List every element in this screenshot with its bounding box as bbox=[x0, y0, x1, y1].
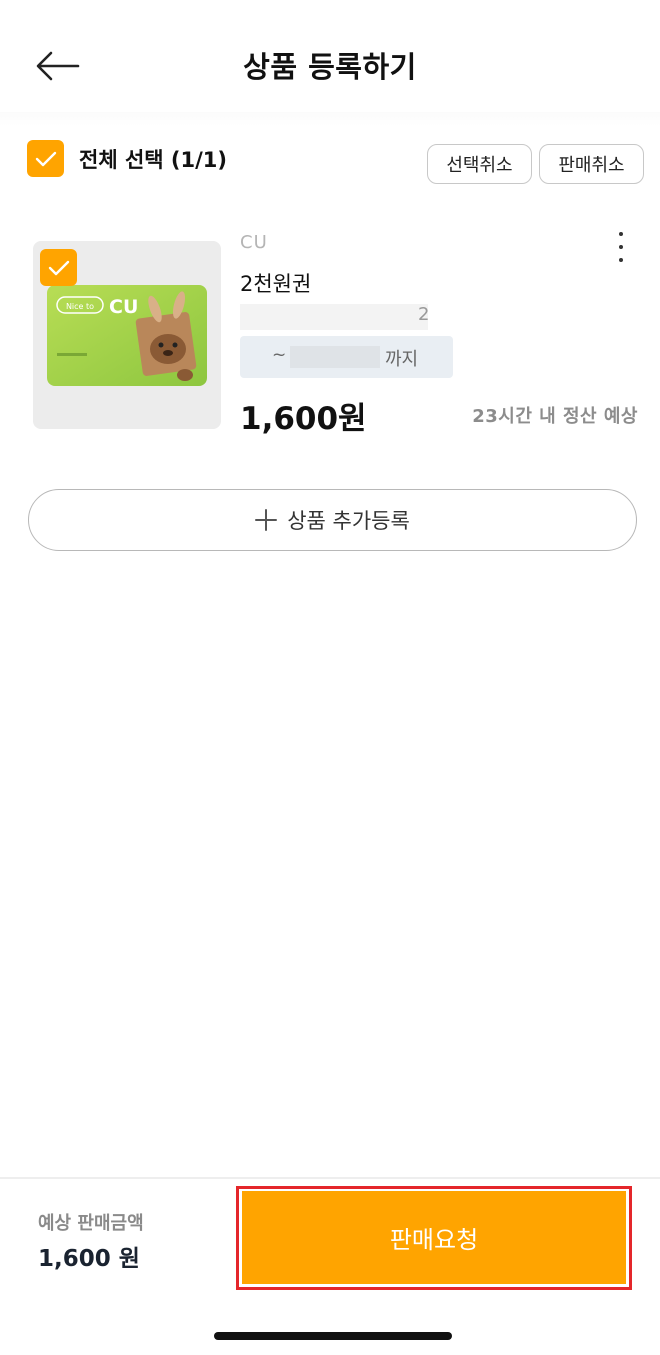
cancel-selection-button[interactable]: 선택취소 bbox=[427, 144, 532, 184]
home-indicator bbox=[214, 1332, 452, 1340]
code-fragment: 2 bbox=[418, 304, 430, 325]
product-checkbox[interactable] bbox=[40, 249, 77, 286]
card-tag-text: Nice to bbox=[66, 302, 94, 311]
product-thumbnail: Nice to CU bbox=[33, 241, 221, 429]
select-all-toggle[interactable]: 전체 선택 (1/1) bbox=[27, 140, 227, 177]
expiry-suffix: 까지 bbox=[385, 349, 419, 370]
redacted-code bbox=[240, 304, 428, 330]
select-all-label: 전체 선택 (1/1) bbox=[79, 147, 227, 172]
total-label: 예상 판매금액 bbox=[38, 1213, 144, 1234]
footer-divider bbox=[0, 1177, 660, 1179]
card-logo-text: CU bbox=[109, 296, 138, 318]
product-item[interactable]: Nice to CU CU 2천원권 2 ~ 까지 1,600원 23시간 내 … bbox=[33, 228, 638, 437]
page-title: 상품 등록하기 bbox=[243, 50, 417, 84]
settlement-estimate: 23시간 내 정산 예상 bbox=[472, 406, 638, 427]
product-price: 1,600원 bbox=[240, 401, 367, 437]
plus-icon bbox=[255, 509, 278, 531]
more-vertical-icon[interactable] bbox=[614, 232, 628, 262]
cancel-sale-button[interactable]: 판매취소 bbox=[539, 144, 644, 184]
header: 상품 등록하기 bbox=[0, 0, 660, 118]
product-name: 2천원권 bbox=[240, 272, 312, 296]
sell-request-button[interactable]: 판매요청 bbox=[242, 1191, 626, 1284]
select-all-checkbox[interactable] bbox=[27, 140, 64, 177]
gift-card-image: Nice to CU bbox=[47, 285, 207, 386]
add-product-label: 상품 추가등록 bbox=[287, 509, 410, 533]
selection-bar: 전체 선택 (1/1) 선택취소 판매취소 bbox=[27, 140, 644, 186]
expiry-badge: ~ 까지 bbox=[240, 336, 453, 378]
header-divider bbox=[0, 112, 660, 126]
check-icon bbox=[35, 151, 56, 166]
product-brand: CU bbox=[240, 232, 268, 253]
expiry-prefix: ~ bbox=[272, 345, 287, 365]
check-icon bbox=[48, 260, 69, 275]
redacted-expiry-date bbox=[290, 346, 380, 368]
total-value: 1,600 원 bbox=[38, 1246, 140, 1272]
add-product-button[interactable]: 상품 추가등록 bbox=[28, 489, 637, 551]
